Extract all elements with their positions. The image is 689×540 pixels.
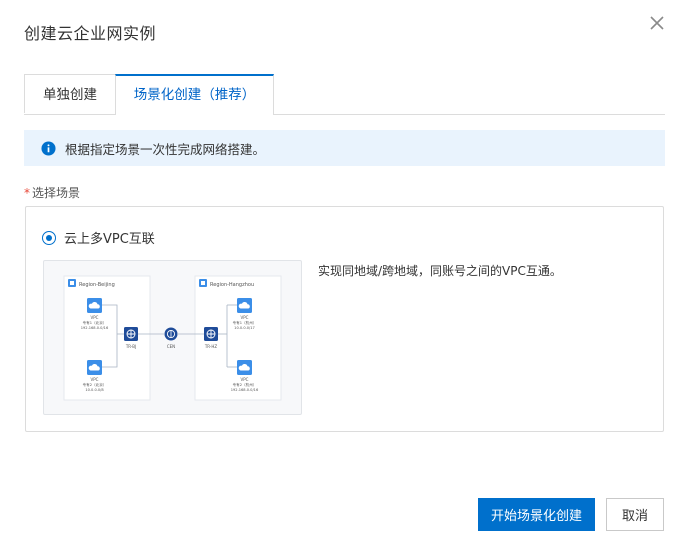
region-label-right: Region-Hangzhou [210, 282, 254, 288]
transit-router-right-icon [204, 327, 218, 341]
start-scenario-create-button[interactable]: 开始场景化创建 [478, 498, 595, 531]
scene-field-label-text: 选择场景 [32, 186, 81, 200]
scene-field-label: * 选择场景 [24, 184, 80, 201]
tab-standalone-create[interactable]: 单独创建 [24, 74, 115, 113]
scene-description: 实现同地域/跨地域，同账号之间的VPC互通。 [318, 264, 562, 278]
scene-option-multi-vpc[interactable]: 云上多VPC互联 [42, 228, 155, 247]
vpc-right-top-line1: 专有1（杭州） [233, 320, 257, 325]
region-label-left: Region-Beijing [79, 282, 115, 288]
scene-card[interactable]: 云上多VPC互联 Region-Beijing Region-Hangzhou [25, 206, 664, 432]
vpc-right-top-name: VPC [241, 315, 249, 320]
tab-scenario-create[interactable]: 场景化创建（推荐） [115, 74, 274, 115]
vpc-left-bottom-line2: 10.0.0.0/8 [85, 388, 104, 392]
radio-selected-dot [46, 234, 52, 241]
tr-right-label: TR-HZ [204, 344, 218, 349]
info-notice: 根据指定场景一次性完成网络搭建。 [24, 130, 665, 166]
vpc-right-bottom-line1: 专有2（杭州） [233, 382, 257, 387]
vpc-left-top-line2: 192.168.0.0/16 [81, 326, 109, 330]
vpc-left-top-name: VPC [91, 315, 99, 320]
close-icon [650, 16, 664, 30]
vpc-right-bottom-name: VPC [241, 377, 249, 382]
tr-left-label: TR-BJ [125, 344, 136, 349]
close-button[interactable] [646, 12, 668, 34]
notice-text: 根据指定场景一次性完成网络搭建。 [65, 141, 266, 157]
vpc-right-bottom-line2: 192.168.0.0/16 [231, 388, 259, 392]
region-icon-left [68, 279, 76, 287]
network-diagram-svg: Region-Beijing Region-Hangzhou VPC 专有1（北… [63, 275, 282, 401]
transit-router-left-icon [124, 327, 138, 341]
vpc-icon-left-bottom [87, 360, 102, 375]
scene-radio[interactable] [42, 230, 56, 245]
vpc-left-bottom-name: VPC [91, 377, 99, 382]
scene-diagram: Region-Beijing Region-Hangzhou VPC 专有1（北… [43, 260, 302, 415]
vpc-left-bottom-line1: 专有2（北京） [83, 382, 107, 387]
create-mode-tabs: 单独创建 场景化创建（推荐） [24, 74, 665, 115]
cancel-button[interactable]: 取消 [606, 498, 664, 531]
region-icon-right [199, 279, 207, 287]
cen-label: CEN [167, 344, 175, 349]
cen-icon [164, 327, 178, 341]
dialog-title: 创建云企业网实例 [24, 24, 157, 43]
vpc-icon-left-top [87, 298, 102, 313]
required-mark: * [24, 186, 30, 200]
scene-option-label: 云上多VPC互联 [64, 232, 155, 247]
vpc-icon-right-bottom [237, 360, 252, 375]
vpc-right-top-line2: 10.0.0.0/17 [234, 326, 255, 330]
create-cen-dialog: 创建云企业网实例 单独创建 场景化创建（推荐） 根据指定场景一次性完成网络搭建。… [0, 0, 689, 540]
info-icon [41, 140, 56, 156]
vpc-icon-right-top [237, 298, 252, 313]
vpc-left-top-line1: 专有1（北京） [83, 320, 107, 325]
